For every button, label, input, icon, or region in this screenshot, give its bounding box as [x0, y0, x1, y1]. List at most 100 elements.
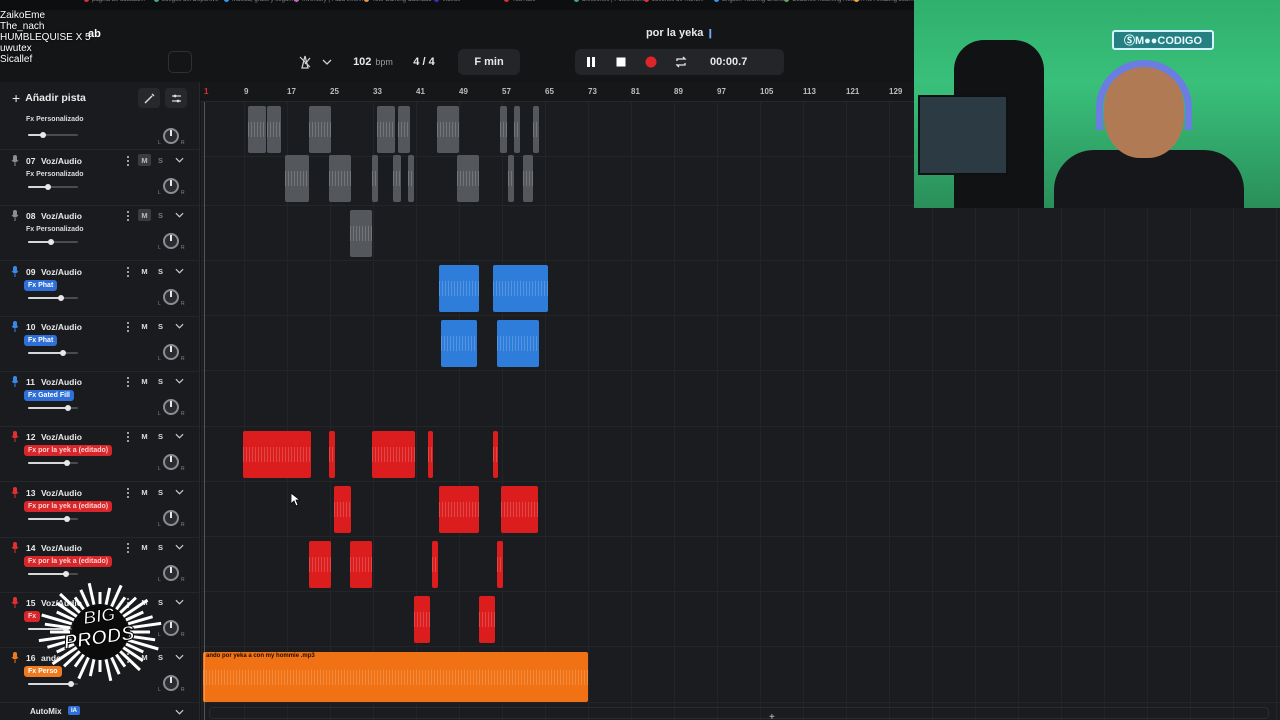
audio-clip[interactable] [514, 106, 520, 153]
fx-chip[interactable]: Fx Personalizado [24, 224, 88, 235]
track-lane[interactable] [201, 316, 1280, 371]
chevron-down-icon[interactable] [175, 211, 184, 219]
stop-button[interactable] [608, 49, 634, 75]
volume-slider[interactable] [28, 681, 78, 687]
solo-button[interactable]: S [154, 486, 167, 498]
chevron-down-icon[interactable] [175, 432, 184, 440]
pan-knob[interactable] [163, 344, 179, 360]
fx-chip[interactable]: Fx Personalizado [24, 114, 88, 125]
pan-knob[interactable] [163, 128, 179, 144]
zoom-add-icon[interactable]: + [769, 712, 775, 720]
fx-chip[interactable]: Fx por la yek a (editado) [24, 501, 113, 512]
pause-button[interactable] [578, 49, 604, 75]
audio-clip[interactable] [267, 106, 281, 153]
browser-bookmark[interactable]: Juegos del Deportivo [154, 0, 218, 7]
volume-knob[interactable] [40, 132, 46, 138]
audio-clip[interactable] [243, 431, 311, 478]
audio-clip[interactable] [533, 106, 539, 153]
audio-clip[interactable] [329, 431, 335, 478]
track-header-10[interactable]: 10 Voz/Audio M S Fx Phat L R [0, 317, 199, 372]
track-header-09[interactable]: 09 Voz/Audio M S Fx Phat L R [0, 262, 199, 317]
solo-button[interactable]: S [154, 320, 167, 332]
audio-clip[interactable] [493, 265, 548, 312]
chevron-down-icon[interactable] [175, 598, 184, 606]
pan-knob[interactable] [163, 289, 179, 305]
mixer-settings-button[interactable] [165, 88, 187, 108]
solo-button[interactable]: S [154, 265, 167, 277]
track-lane[interactable] [201, 206, 1280, 261]
browser-bookmark[interactable]: Jovenes de Ruhu... [644, 0, 704, 7]
volume-slider[interactable] [28, 405, 78, 411]
chevron-down-icon[interactable] [175, 267, 184, 275]
record-button[interactable] [638, 49, 664, 75]
track-lane[interactable]: ando por yeka a con my hommie .mp3 [201, 648, 1280, 703]
track-name[interactable]: Voz/Audio [41, 322, 82, 332]
chevron-down-icon[interactable] [175, 377, 184, 385]
more-options-icon[interactable] [126, 266, 130, 278]
more-options-icon[interactable] [126, 210, 130, 222]
audio-clip[interactable] [350, 541, 372, 588]
pan-knob[interactable] [163, 233, 179, 249]
volume-slider[interactable] [28, 516, 78, 522]
audio-clip[interactable] [439, 486, 479, 533]
automix-section[interactable]: AutoMix IA [0, 702, 199, 720]
track-lane[interactable] [201, 537, 1280, 592]
browser-bookmark[interactable]: página de actualiz... [84, 0, 145, 7]
solo-button[interactable]: S [154, 541, 167, 553]
audio-clip[interactable] [372, 155, 378, 202]
audio-clip[interactable] [248, 106, 266, 153]
solo-button[interactable]: S [154, 209, 167, 221]
audio-clip[interactable] [350, 210, 372, 257]
more-options-icon[interactable] [126, 542, 130, 554]
audio-clip[interactable] [439, 265, 479, 312]
browser-bookmark[interactable]: Coaches Roaming Roun... [784, 0, 862, 7]
fx-chip[interactable]: Fx por la yek a (editado) [24, 556, 113, 567]
browser-bookmark[interactable]: YouTube [504, 0, 536, 7]
pan-knob[interactable] [163, 178, 179, 194]
volume-slider[interactable] [28, 460, 78, 466]
track-name[interactable]: Voz/Audio [41, 488, 82, 498]
volume-slider[interactable] [28, 184, 78, 190]
volume-slider[interactable] [28, 132, 78, 138]
audio-clip[interactable] [285, 155, 309, 202]
chevron-down-icon[interactable] [175, 653, 184, 661]
volume-knob[interactable] [64, 460, 70, 466]
track-lane[interactable] [201, 592, 1280, 647]
audio-clip[interactable] [457, 155, 479, 202]
track-header-13[interactable]: 13 Voz/Audio M S Fx por la yek a (editado) L R [0, 483, 199, 538]
audio-clip[interactable] [479, 596, 495, 643]
loop-button[interactable] [668, 49, 694, 75]
more-options-icon[interactable] [126, 155, 130, 167]
audio-clip[interactable] [393, 155, 401, 202]
mute-button[interactable]: M [138, 541, 151, 553]
track-name[interactable]: Voz/Audio [41, 377, 82, 387]
pan-knob[interactable] [163, 510, 179, 526]
more-options-icon[interactable] [126, 321, 130, 333]
chevron-down-icon[interactable] [175, 322, 184, 330]
audio-clip[interactable] [398, 106, 410, 153]
pan-knob[interactable] [163, 454, 179, 470]
track-header-partial[interactable]: Fx Personalizado L R [0, 106, 199, 150]
audio-clip[interactable] [501, 486, 538, 533]
track-lane[interactable] [201, 482, 1280, 537]
browser-bookmark[interactable]: Divisiones | PowerMu... [574, 0, 645, 7]
volume-slider[interactable] [28, 295, 78, 301]
more-options-icon[interactable] [126, 431, 130, 443]
fx-chip[interactable]: Fx Phat [24, 335, 58, 346]
audio-clip[interactable] [497, 320, 539, 367]
fx-chip[interactable]: Fx Phat [24, 280, 58, 291]
volume-knob[interactable] [60, 350, 66, 356]
project-title[interactable]: por la yeka ❙ [620, 27, 740, 39]
track-header-08[interactable]: 08 Voz/Audio M S Fx Personalizado L R [0, 206, 199, 261]
audio-clip[interactable]: ando por yeka a con my hommie .mp3 [203, 652, 588, 702]
solo-button[interactable]: S [154, 375, 167, 387]
browser-bookmark[interactable]: The Amazing Journal [854, 0, 918, 7]
track-name[interactable]: Voz/Audio [41, 432, 82, 442]
track-name[interactable]: Voz/Audio [41, 211, 82, 221]
audio-clip[interactable] [441, 320, 477, 367]
tempo-control[interactable]: 102 bpm [346, 49, 400, 75]
mute-button[interactable]: M [138, 209, 151, 221]
audio-clip[interactable] [377, 106, 395, 153]
fx-chip[interactable]: Fx Personalizado [24, 169, 88, 180]
browser-bookmark[interactable]: English Tutoring Online [714, 0, 784, 7]
